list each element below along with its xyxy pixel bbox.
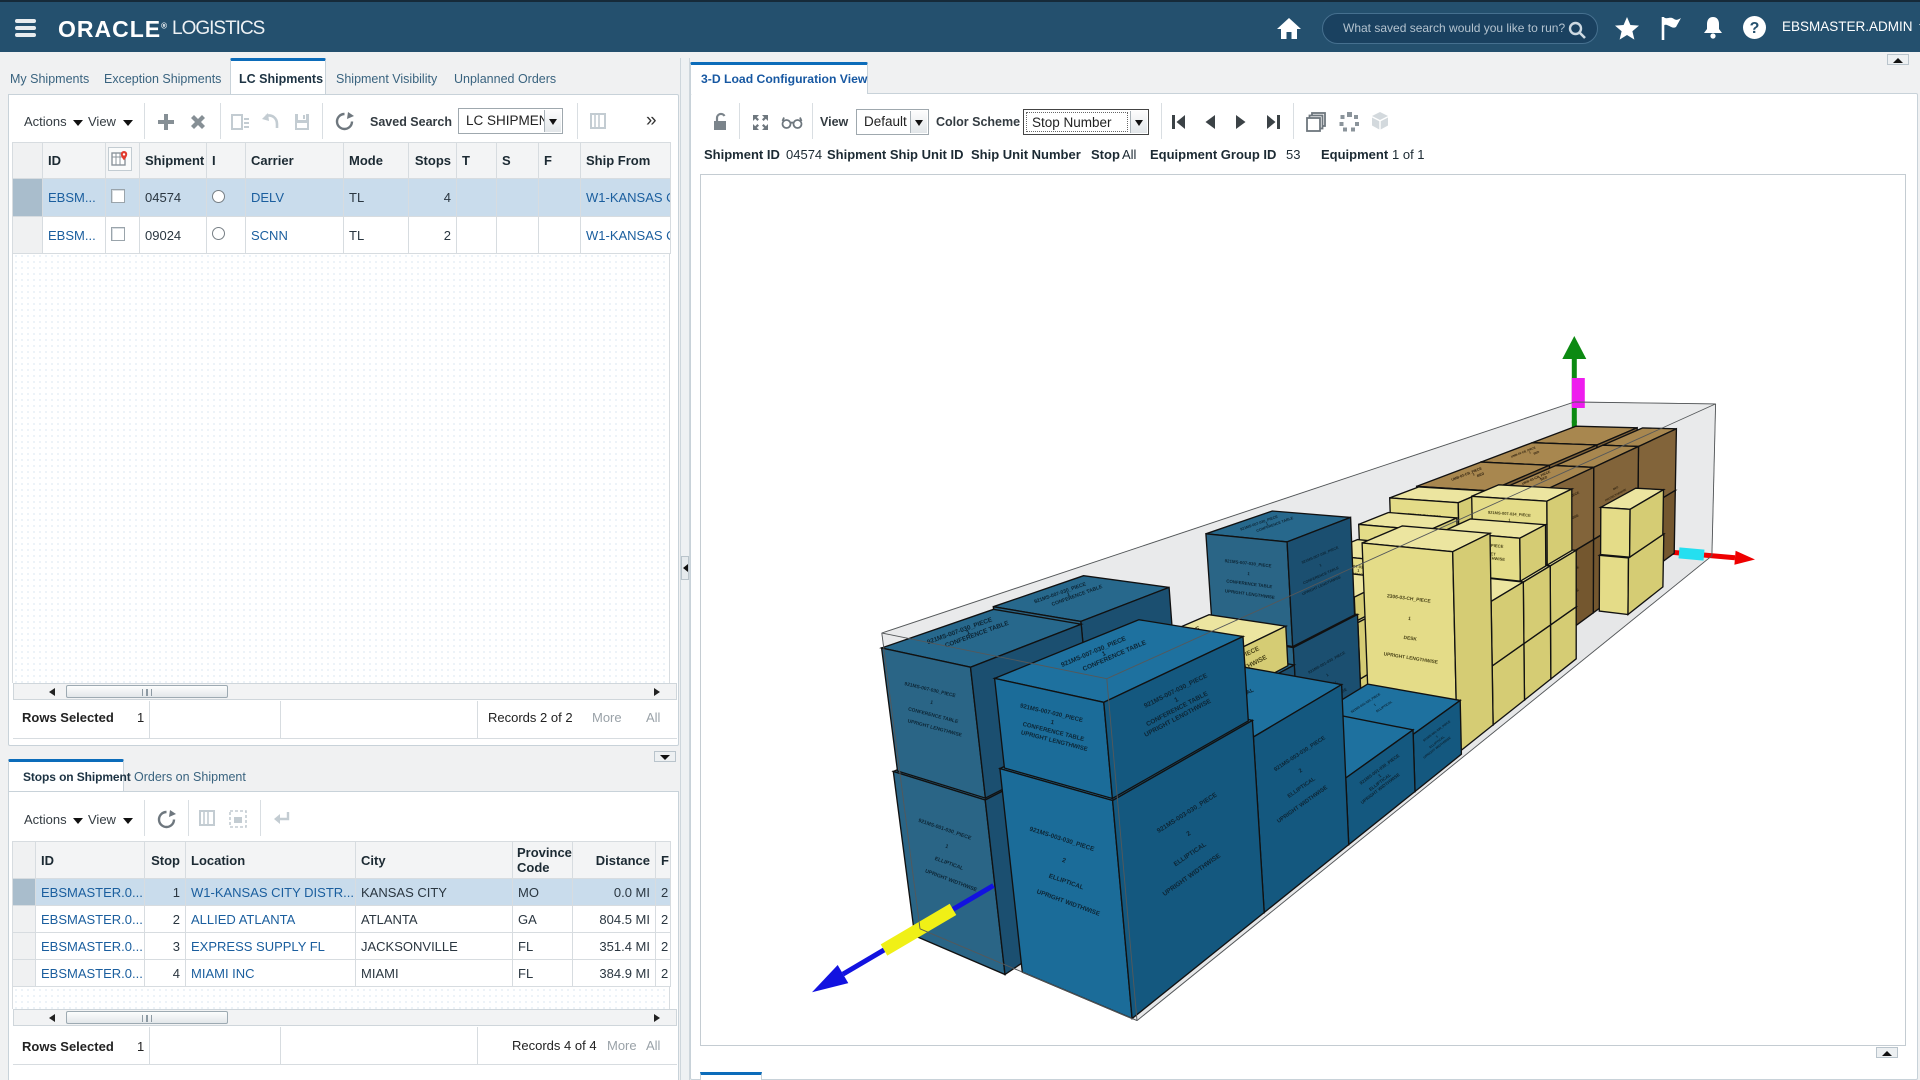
svg-text:?: ?	[1750, 20, 1760, 37]
